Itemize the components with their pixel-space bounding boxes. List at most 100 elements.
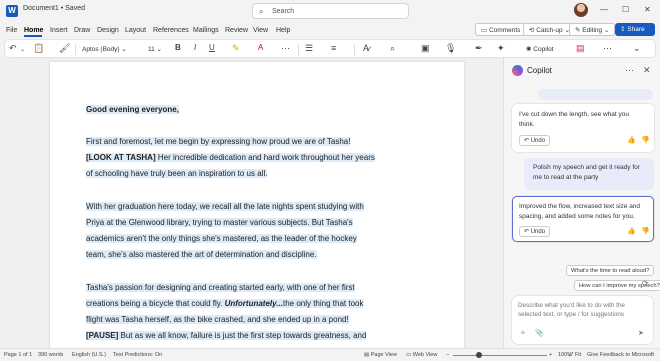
- close-icon[interactable]: ✕: [643, 65, 651, 76]
- response-1-text: I've cut down the length, see what you t…: [519, 110, 629, 130]
- bullets-icon[interactable]: ☰: [305, 43, 313, 54]
- word-count[interactable]: 390 words: [38, 352, 63, 358]
- p2-line-3: academics aren't the only things she's m…: [86, 234, 357, 243]
- menu-file[interactable]: File: [6, 27, 17, 34]
- stage-direction: [PAUSE]: [86, 331, 119, 340]
- document-canvas: Good evening everyone, First and foremos…: [0, 58, 503, 352]
- page-view-label: Page View: [370, 352, 397, 358]
- more-icon[interactable]: ⋯: [625, 65, 634, 76]
- zoom-slider-track[interactable]: [453, 355, 547, 356]
- comments-button[interactable]: ▭ Comments: [475, 23, 527, 36]
- thumbs-up-icon[interactable]: 👍: [627, 136, 636, 144]
- page-count[interactable]: Page 1 of 1: [4, 352, 32, 358]
- menu-help[interactable]: Help: [276, 27, 290, 34]
- send-icon[interactable]: ➤: [638, 329, 644, 337]
- font-size-select[interactable]: 11 ⌄: [148, 43, 170, 55]
- chevron-down-icon: ⌄: [119, 46, 127, 53]
- thumbs-down-icon[interactable]: 👎: [641, 136, 650, 144]
- search-placeholder: Search: [272, 8, 295, 15]
- document-page[interactable]: Good evening everyone, First and foremos…: [50, 62, 464, 352]
- font-color-icon[interactable]: A: [258, 43, 263, 52]
- find-icon[interactable]: ⌕: [390, 43, 395, 54]
- menu-design[interactable]: Design: [97, 27, 119, 34]
- greeting-text: Good evening everyone,: [86, 105, 179, 114]
- suggestion-chip[interactable]: What's the time to read aloud?: [566, 265, 655, 276]
- copilot-prompt-input[interactable]: Describe what you'd like to do with the …: [512, 296, 653, 344]
- emphasis-text: Unfortunately...: [224, 299, 283, 308]
- text-predictions[interactable]: Text Predictions: On: [113, 352, 162, 358]
- zoom-in-icon[interactable]: +: [549, 352, 552, 358]
- undo-label: Undo: [530, 138, 546, 144]
- close-icon[interactable]: ✕: [644, 5, 651, 14]
- designer-icon[interactable]: ✦: [497, 43, 505, 54]
- styles-icon[interactable]: A̷: [363, 43, 369, 53]
- menu-review[interactable]: Review: [225, 27, 248, 34]
- undo-icon[interactable]: ↶: [9, 43, 17, 54]
- minimize-icon[interactable]: —: [600, 5, 608, 14]
- divider: [298, 44, 299, 55]
- paragraph-2[interactable]: With her graduation here today, we recal…: [86, 199, 364, 263]
- menu-references[interactable]: References: [153, 27, 189, 34]
- chevron-down-icon: ⌄: [154, 46, 163, 53]
- p3-line-3: flight was Tasha herself, as the bike cr…: [86, 315, 349, 324]
- menu-insert[interactable]: Insert: [50, 27, 68, 34]
- menu-layout[interactable]: Layout: [125, 27, 146, 34]
- align-icon[interactable]: ≡: [331, 43, 336, 53]
- zoom-slider-thumb[interactable]: [476, 352, 482, 358]
- menu-draw[interactable]: Draw: [74, 27, 90, 34]
- active-tab-indicator: [24, 35, 42, 37]
- menu-home[interactable]: Home: [24, 27, 43, 34]
- copilot-button[interactable]: ✺ Copilot: [526, 43, 568, 55]
- menu-view[interactable]: View: [253, 27, 268, 34]
- menu-mailings[interactable]: Mailings: [193, 27, 219, 34]
- copilot-header: Copilot ⋯ ✕: [504, 58, 660, 82]
- share-button[interactable]: ⇪ Share: [615, 23, 655, 36]
- underline-icon[interactable]: U: [209, 43, 215, 52]
- feedback-link[interactable]: Give Feedback to Microsoft: [587, 352, 654, 358]
- paragraph-1[interactable]: First and foremost, let me begin by expr…: [86, 134, 375, 182]
- p1-line-3: of schooling have truly been an inspirat…: [86, 169, 268, 178]
- chevron-down-icon[interactable]: ⌄: [633, 43, 641, 54]
- highlight-icon[interactable]: ✎: [232, 43, 240, 54]
- thumbs-up-icon[interactable]: 👍: [627, 227, 636, 235]
- page-view-button[interactable]: ▤ Page View: [364, 352, 397, 358]
- language-indicator[interactable]: English (U.S.): [72, 352, 106, 358]
- web-view-icon: ▭: [406, 352, 413, 358]
- comments-label: Comments: [488, 27, 521, 34]
- avatar[interactable]: [574, 3, 588, 17]
- user-message-text: Polish my speech and get it ready for me…: [533, 163, 640, 183]
- user-message-line-2: me to read at the party: [533, 174, 599, 181]
- p3-line-4: But as we all know, failure is just the …: [118, 331, 367, 340]
- italic-icon[interactable]: I: [194, 43, 196, 52]
- format-painter-icon[interactable]: 🖌: [59, 43, 70, 54]
- fit-button[interactable]: ⤢ Fit: [569, 352, 581, 359]
- maximize-icon[interactable]: ☐: [622, 5, 629, 14]
- font-name-select[interactable]: Aptos (Body) ⌄: [82, 43, 142, 55]
- editing-mode-button[interactable]: ✎ Editing ⌄: [569, 23, 616, 36]
- catchup-button[interactable]: ⟲ Catch-up ⌄: [523, 23, 576, 36]
- refresh-suggestions-icon[interactable]: ⟳: [642, 279, 649, 288]
- search-icon: ⌕: [259, 7, 264, 16]
- zoom-out-icon[interactable]: −: [446, 352, 449, 358]
- add-in-icon[interactable]: ▤: [576, 43, 585, 54]
- editor-icon[interactable]: ✒: [475, 43, 483, 54]
- search-box[interactable]: ⌕ Search: [252, 3, 409, 19]
- microphone-icon[interactable]: 🎙: [445, 43, 456, 54]
- greeting-paragraph[interactable]: Good evening everyone,: [86, 102, 179, 118]
- paragraph-3[interactable]: Tasha's passion for designing and creati…: [86, 280, 367, 344]
- dictate-icon[interactable]: ▣: [421, 43, 430, 54]
- bold-icon[interactable]: B: [175, 43, 181, 52]
- p3-line-1: Tasha's passion for designing and creati…: [86, 283, 355, 292]
- copilot-response-1: I've cut down the length, see what you t…: [512, 104, 654, 152]
- more-icon[interactable]: ⋯: [281, 43, 290, 54]
- undo-button[interactable]: ↶ Undo: [519, 135, 551, 146]
- document-title[interactable]: Document1 • Saved: [23, 5, 85, 12]
- web-view-button[interactable]: ▭ Web View: [406, 352, 437, 358]
- chevron-down-icon[interactable]: ⌄: [20, 46, 25, 53]
- undo-button[interactable]: ↶ Undo: [519, 226, 551, 237]
- sparkle-prompts-icon[interactable]: ✧: [520, 329, 526, 337]
- attach-icon[interactable]: 📎: [535, 329, 544, 337]
- thumbs-down-icon[interactable]: 👎: [641, 227, 650, 235]
- more-icon[interactable]: ⋯: [603, 43, 612, 54]
- paste-icon[interactable]: 📋: [33, 43, 44, 54]
